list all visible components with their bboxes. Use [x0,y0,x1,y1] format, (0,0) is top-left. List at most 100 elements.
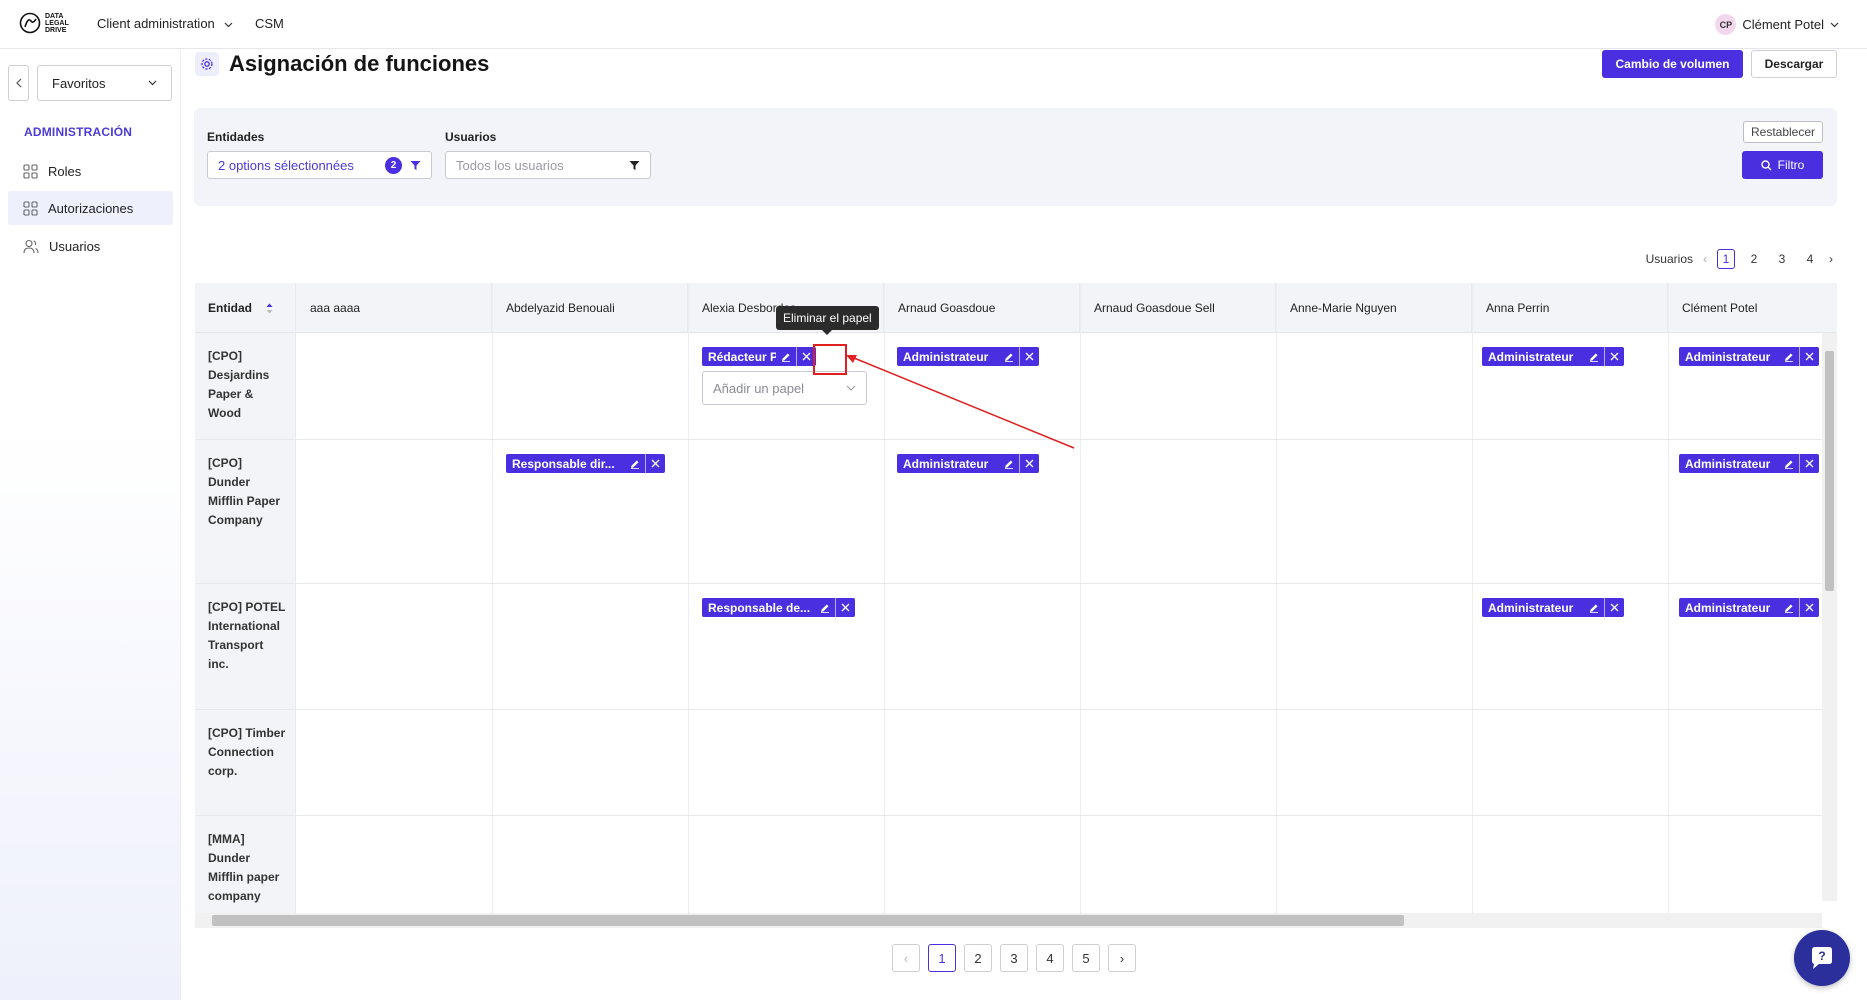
page-4-button[interactable]: 4 [1036,944,1064,972]
filter-button[interactable]: Filtro [1742,151,1823,179]
remove-role-button[interactable] [1799,598,1819,617]
entities-select[interactable]: 2 options sélectionnées 2 [207,151,432,179]
remove-role-button[interactable] [1799,454,1819,473]
annotation-arrow-icon [846,355,1075,449]
reset-button[interactable]: Restablecer [1743,121,1823,143]
remove-role-button[interactable] [1604,347,1624,366]
role-tag-label: Administrateur [1488,600,1574,615]
client-administration-menu[interactable]: Client administration [97,16,233,31]
svg-text:?: ? [1818,949,1825,963]
column-header-user: Anne-Marie Nguyen [1276,283,1472,333]
bulk-change-button[interactable]: Cambio de volumen [1602,50,1743,78]
edit-icon[interactable] [1779,459,1799,469]
prev-page-button[interactable]: ‹ [892,944,920,972]
column-header-entity[interactable]: Entidad [195,283,296,333]
favorites-select[interactable]: Favoritos [37,65,172,101]
users-label: Usuarios [445,130,497,144]
chevron-down-icon [224,22,233,28]
favorites-label: Favoritos [52,75,106,91]
table-header: Entidad aaa aaaa Abdelyazid Benouali Ale… [195,283,1837,333]
users-icon [23,239,39,253]
remove-role-button[interactable] [645,454,665,473]
add-role-placeholder: Añadir un papel [713,380,805,396]
sidebar-section-title: ADMINISTRACIÓN [24,125,133,139]
role-tag-label: Administrateur [1685,349,1771,364]
role-tag: Responsable dir... [506,454,665,473]
users-select[interactable]: Todos los usuarios [445,151,651,179]
edit-icon[interactable] [625,459,645,469]
selection-count-badge: 2 [385,156,402,174]
table-row: [CPO] Timber Connection corp. [195,710,1822,816]
horizontal-scrollbar[interactable] [195,913,1822,928]
tooltip: Eliminar el papel [776,306,879,335]
collapse-sidebar-button[interactable] [8,65,29,101]
edit-icon[interactable] [776,352,796,362]
filter-panel [194,108,1837,206]
column-header-label: Entidad [208,301,252,315]
role-tag-label: Rédacteur PIA [708,349,776,364]
table-row: [MMA] Dunder Mifflin paper company [195,816,1822,913]
page-1-button[interactable]: 1 [928,944,956,972]
grid-icon [23,163,38,179]
column-header-user: Arnaud Goasdoue [884,283,1080,333]
entity-cell: [MMA] Dunder Mifflin paper company [195,816,296,913]
pagination: ‹ 1 2 3 4 5 › [892,944,1136,972]
table-row: [CPO] Dunder Mifflin Paper Company Respo… [195,440,1822,584]
role-tag: Administrateur [1679,598,1819,617]
sidebar-item-usuarios[interactable]: Usuarios [8,229,173,263]
page-2-button[interactable]: 2 [964,944,992,972]
users-pager: Usuarios ‹ 1 2 3 4 › [1646,249,1833,269]
page-title: Asignación de funciones [229,51,490,76]
sidebar-item-autorizaciones[interactable]: Autorizaciones [8,191,173,225]
logo-mark-icon [19,12,41,34]
sidebar-item-label: Autorizaciones [48,200,134,216]
sidebar-item-label: Roles [48,163,82,179]
column-header-user: Abdelyazid Benouali [492,283,688,333]
entity-cell: [CPO] Dunder Mifflin Paper Company [195,440,296,583]
role-tag: Administrateur [1679,347,1819,366]
sidebar-item-label: Usuarios [49,238,101,254]
next-page-button[interactable]: › [1108,944,1136,972]
scrollbar-thumb[interactable] [212,915,1404,926]
chevron-right-icon[interactable]: › [1829,252,1833,266]
vertical-scrollbar[interactable] [1822,333,1837,901]
help-chat-button[interactable]: ? [1794,930,1850,986]
settings-icon [195,52,219,76]
edit-icon[interactable] [815,603,835,613]
role-tag-label: Responsable dir... [512,456,615,471]
users-page-3[interactable]: 3 [1773,249,1791,269]
csm-link[interactable]: CSM [255,16,284,31]
top-bar: DATA LEGAL DRIVE Client administration CSM… [0,0,1867,49]
users-page-4[interactable]: 4 [1801,249,1819,269]
chevron-left-icon [15,78,21,88]
grid-icon [23,200,38,216]
help-chat-icon: ? [1812,947,1832,969]
entities-value: 2 options sélectionnées [218,157,354,173]
chevron-left-icon[interactable]: ‹ [1703,252,1707,266]
edit-icon[interactable] [1584,352,1604,362]
logo-text: DATA LEGAL DRIVE [45,13,69,34]
entity-cell: [CPO] Desjardins Paper & Wood [195,333,296,439]
users-page-1[interactable]: 1 [1717,249,1735,269]
remove-role-button[interactable] [1604,598,1624,617]
download-button[interactable]: Descargar [1751,50,1837,78]
user-menu[interactable]: CP Clément Potel [1715,14,1839,35]
sidebar-item-roles[interactable]: Roles [8,154,173,188]
remove-role-button[interactable] [1799,347,1819,366]
entity-cell: [CPO] Timber Connection corp. [195,710,296,815]
edit-icon[interactable] [1779,352,1799,362]
remove-role-button[interactable] [835,598,855,617]
entity-cell: [CPO] POTEL International Transport inc. [195,584,296,709]
data-legal-drive-logo[interactable]: DATA LEGAL DRIVE [19,10,74,40]
users-pager-label: Usuarios [1645,252,1693,266]
users-page-2[interactable]: 2 [1745,249,1763,269]
page-3-button[interactable]: 3 [1000,944,1028,972]
sort-icon [266,303,273,313]
page-5-button[interactable]: 5 [1072,944,1100,972]
edit-icon[interactable] [1779,603,1799,613]
edit-icon[interactable] [999,459,1019,469]
edit-icon[interactable] [1584,603,1604,613]
sidebar: Favoritos ADMINISTRACIÓN Roles Autorizac… [0,50,181,1000]
role-tag: Administrateur [1482,347,1624,366]
avatar: CP [1715,14,1737,35]
